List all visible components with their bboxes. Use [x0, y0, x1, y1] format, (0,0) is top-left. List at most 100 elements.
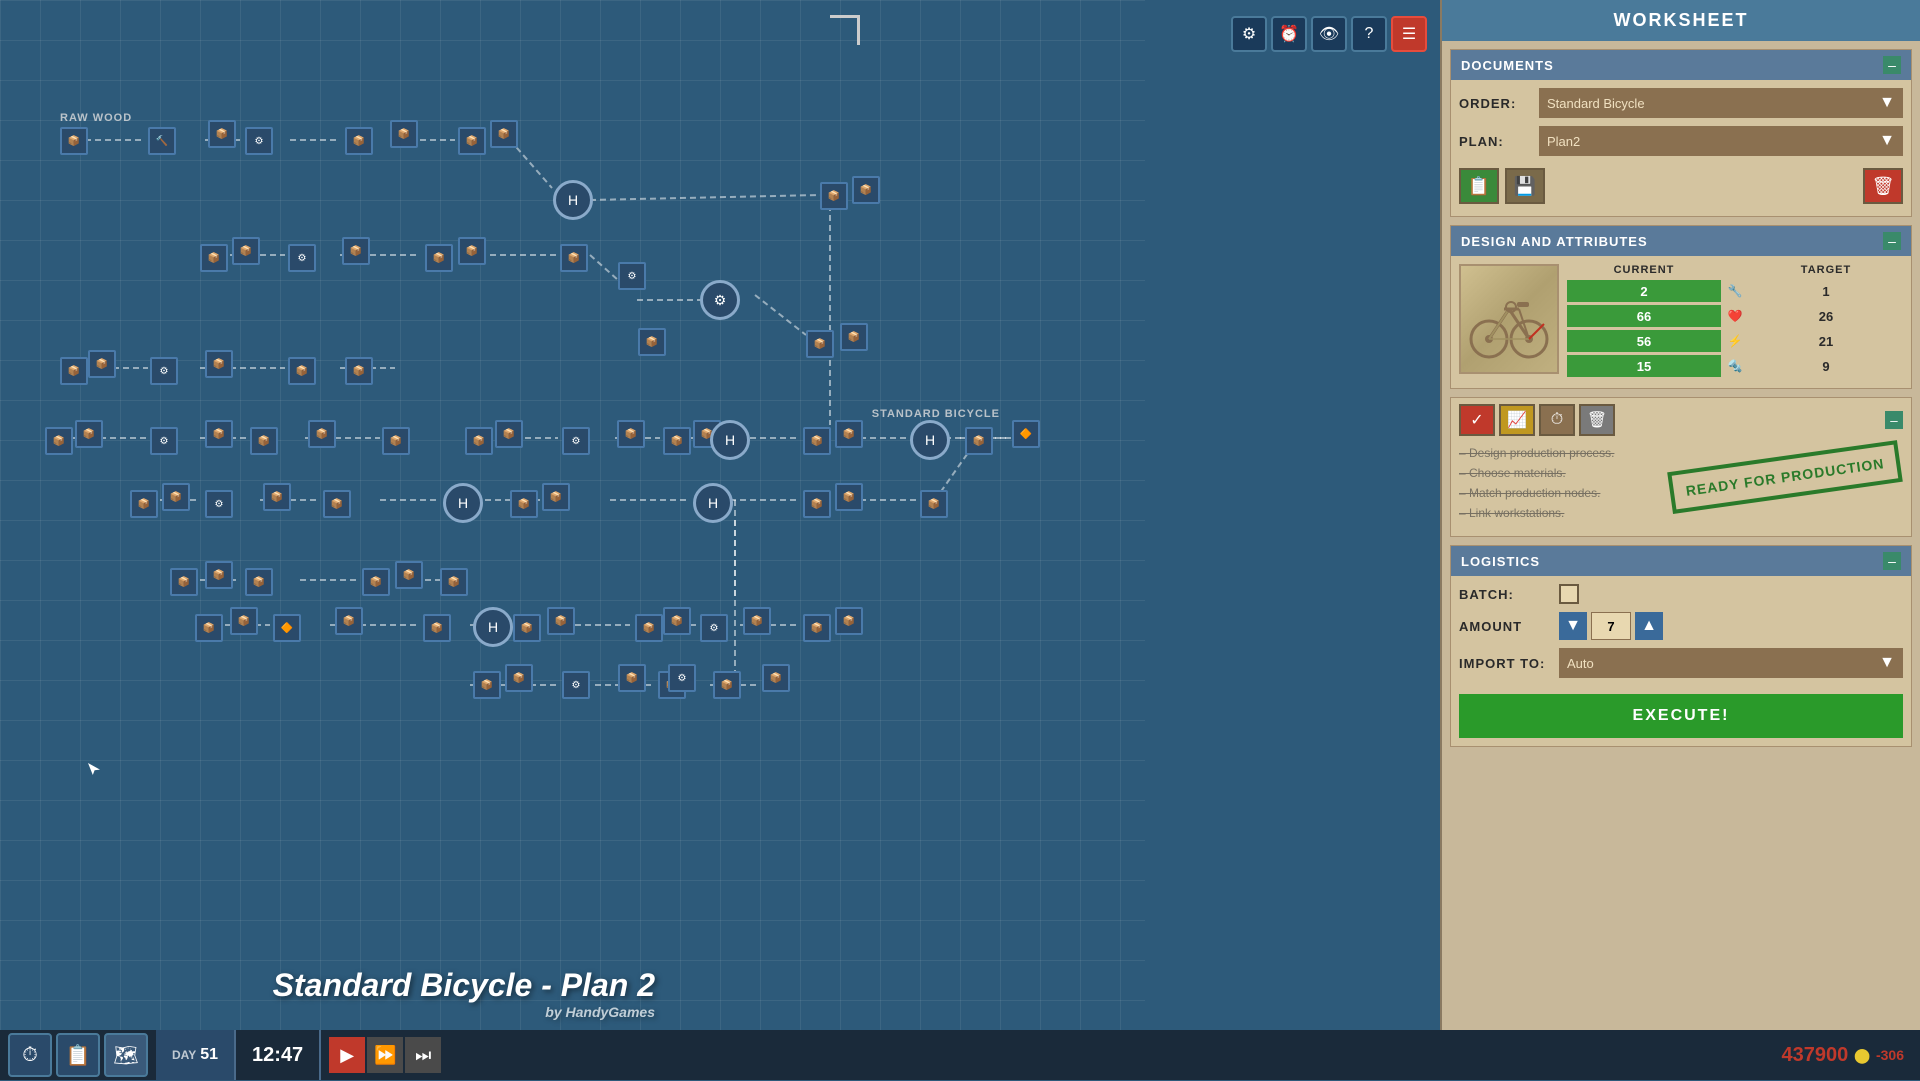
delete-button[interactable]: 🗑 [1863, 168, 1903, 204]
node-5-4[interactable]: 📦 [263, 483, 291, 511]
copy-button[interactable]: 📋 [1459, 168, 1499, 204]
node-4-7[interactable]: 📦 [382, 427, 410, 455]
node-m-1[interactable]: ⚙ [618, 262, 646, 290]
node-5-9[interactable]: 📦 [835, 483, 863, 511]
node-5-7[interactable]: 📦 [542, 483, 570, 511]
node-8-3[interactable]: ⚙ [562, 671, 590, 699]
tab-chart[interactable]: 📈 [1499, 404, 1535, 436]
eye-button[interactable]: 👁 [1311, 16, 1347, 52]
node-7-10[interactable]: ⚙ [700, 614, 728, 642]
map-icon-bottom[interactable]: 🗺 [104, 1033, 148, 1077]
node-7-11[interactable]: 📦 [743, 607, 771, 635]
node-6-6[interactable]: 📦 [440, 568, 468, 596]
stepper-up[interactable]: ▲ [1635, 612, 1663, 640]
batch-checkbox[interactable] [1559, 584, 1579, 604]
node-7-12[interactable]: 📦 [803, 614, 831, 642]
node-4-14[interactable]: 📦 [803, 427, 831, 455]
production-canvas[interactable]: STANDARD BICYCLE RAW WOOD 📦 🔨 📦 ⚙ 📦 📦 📦 … [0, 0, 1145, 1080]
node-4-15[interactable]: 📦 [835, 420, 863, 448]
plan-dropdown[interactable]: Plan2 ▼ [1539, 126, 1903, 156]
node-3-4[interactable]: 📦 [205, 350, 233, 378]
node-5-3[interactable]: ⚙ [205, 490, 233, 518]
tab-delete[interactable]: 🗑 [1579, 404, 1615, 436]
node-2-5[interactable]: 📦 [425, 244, 453, 272]
node-7-8[interactable]: 📦 [635, 614, 663, 642]
clock-icon-bottom[interactable]: ⏱ [8, 1033, 52, 1077]
node-3-2[interactable]: 📦 [88, 350, 116, 378]
node-2-2[interactable]: 📦 [232, 237, 260, 265]
node-2-3[interactable]: ⚙ [288, 244, 316, 272]
node-4-3[interactable]: ⚙ [150, 427, 178, 455]
fast-forward-2-button[interactable]: ⏭ [405, 1037, 441, 1073]
node-7-3[interactable]: 🔶 [273, 614, 301, 642]
node-5-5[interactable]: 📦 [323, 490, 351, 518]
node-6-1[interactable]: 📦 [170, 568, 198, 596]
design-minimize[interactable]: – [1883, 232, 1901, 250]
stepper-down[interactable]: ▼ [1559, 612, 1587, 640]
node-3-3[interactable]: ⚙ [150, 357, 178, 385]
node-4-4[interactable]: 📦 [205, 420, 233, 448]
node-1-8[interactable]: 📦 [490, 120, 518, 148]
node-1-10[interactable]: 📦 [852, 176, 880, 204]
node-1-2[interactable]: 🔨 [148, 127, 176, 155]
help-button[interactable]: ? [1351, 16, 1387, 52]
import-dropdown[interactable]: Auto ▼ [1559, 648, 1903, 678]
hub-1[interactable]: H [553, 180, 593, 220]
node-4-1[interactable]: 📦 [45, 427, 73, 455]
node-7-2[interactable]: 📦 [230, 607, 258, 635]
node-4-16[interactable]: 📦 [965, 427, 993, 455]
node-7-9[interactable]: 📦 [663, 607, 691, 635]
node-4-8[interactable]: 📦 [465, 427, 493, 455]
node-4-10[interactable]: ⚙ [562, 427, 590, 455]
node-8-2[interactable]: 📦 [505, 664, 533, 692]
node-7-5[interactable]: 📦 [423, 614, 451, 642]
node-5-6[interactable]: 📦 [510, 490, 538, 518]
node-2-7[interactable]: 📦 [560, 244, 588, 272]
save-button[interactable]: 💾 [1505, 168, 1545, 204]
node-4-9[interactable]: 📦 [495, 420, 523, 448]
node-8-8[interactable]: 📦 [762, 664, 790, 692]
node-m-4[interactable]: 📦 [840, 323, 868, 351]
tab-checklist[interactable]: ✓ [1459, 404, 1495, 436]
menu-button[interactable]: ☰ [1391, 16, 1427, 52]
node-4-6[interactable]: 📦 [308, 420, 336, 448]
hub-6[interactable]: H [693, 483, 733, 523]
hub-7[interactable]: H [473, 607, 513, 647]
node-1-5[interactable]: 📦 [345, 127, 373, 155]
node-5-1[interactable]: 📦 [130, 490, 158, 518]
node-2-4[interactable]: 📦 [342, 237, 370, 265]
node-2-6[interactable]: 📦 [458, 237, 486, 265]
node-7-4[interactable]: 📦 [335, 607, 363, 635]
node-3-1[interactable]: 📦 [60, 357, 88, 385]
node-6-2[interactable]: 📦 [205, 561, 233, 589]
node-7-1[interactable]: 📦 [195, 614, 223, 642]
execute-button[interactable]: EXECUTE! [1459, 694, 1903, 738]
node-3-6[interactable]: 📦 [345, 357, 373, 385]
node-1-4[interactable]: ⚙ [245, 127, 273, 155]
node-4-2[interactable]: 📦 [75, 420, 103, 448]
logistics-minimize[interactable]: – [1883, 552, 1901, 570]
hub-4[interactable]: H [910, 420, 950, 460]
order-dropdown[interactable]: Standard Bicycle ▼ [1539, 88, 1903, 118]
node-8-6[interactable]: ⚙ [668, 664, 696, 692]
node-1-3[interactable]: 📦 [208, 120, 236, 148]
node-8-4[interactable]: 📦 [618, 664, 646, 692]
hub-3[interactable]: H [710, 420, 750, 460]
node-4-11[interactable]: 📦 [617, 420, 645, 448]
node-3-5[interactable]: 📦 [288, 357, 316, 385]
hub-2[interactable]: ⚙ [700, 280, 740, 320]
node-8-1[interactable]: 📦 [473, 671, 501, 699]
node-5-10[interactable]: 📦 [920, 490, 948, 518]
node-end[interactable]: 🔶 [1012, 420, 1040, 448]
play-button[interactable]: ▶ [329, 1037, 365, 1073]
node-2-1[interactable]: 📦 [200, 244, 228, 272]
node-1-6[interactable]: 📦 [390, 120, 418, 148]
node-m-3[interactable]: 📦 [806, 330, 834, 358]
tab-settings[interactable]: ⏱ [1539, 404, 1575, 436]
node-4-12[interactable]: 📦 [663, 427, 691, 455]
clipboard-icon-bottom[interactable]: 📋 [56, 1033, 100, 1077]
node-m-2[interactable]: 📦 [638, 328, 666, 356]
fast-forward-button[interactable]: ⏩ [367, 1037, 403, 1073]
node-6-4[interactable]: 📦 [362, 568, 390, 596]
node-7-6[interactable]: 📦 [513, 614, 541, 642]
